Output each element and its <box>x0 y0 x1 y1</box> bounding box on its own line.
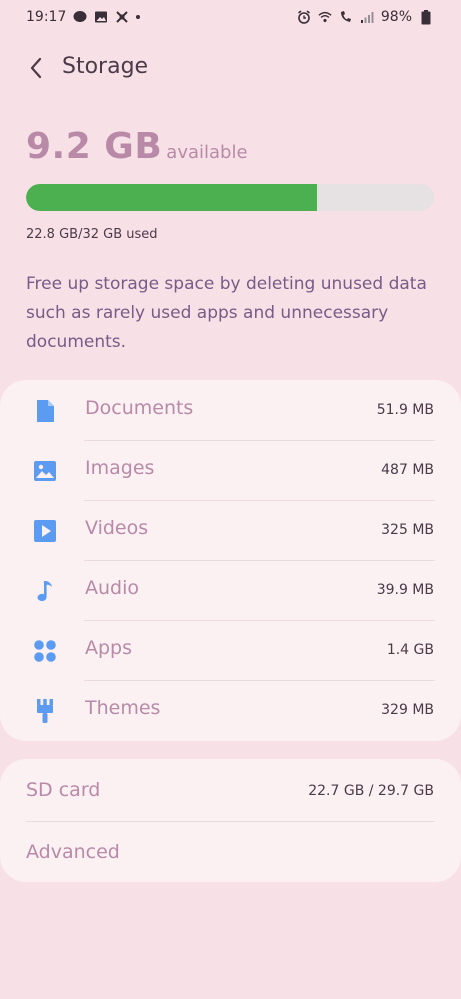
battery-percent: 98% <box>380 9 412 25</box>
video-icon <box>32 518 58 544</box>
category-size: 329 MB <box>381 702 434 718</box>
category-row-images[interactable]: Images 487 MB <box>0 440 461 500</box>
category-size: 325 MB <box>381 522 434 538</box>
image-icon <box>94 10 108 24</box>
category-row-videos[interactable]: Videos 325 MB <box>0 500 461 560</box>
advanced-row[interactable]: Advanced <box>0 821 461 883</box>
category-row-documents[interactable]: Documents 51.9 MB <box>0 380 461 440</box>
chevron-left-icon <box>30 57 42 79</box>
image-icon <box>32 458 58 484</box>
status-bar: 19:17 98% <box>0 0 461 34</box>
categories-card: Documents 51.9 MB Images 487 MB Videos 3… <box>0 380 461 741</box>
used-text: 22.8 GB/32 GB used <box>26 227 158 242</box>
call-icon <box>339 10 353 24</box>
category-size: 51.9 MB <box>376 402 434 418</box>
page-title: Storage <box>62 54 149 79</box>
category-label: Themes <box>85 697 161 719</box>
description-text: Free up storage space by deleting unused… <box>26 274 427 352</box>
battery-icon <box>419 9 433 24</box>
brush-icon <box>32 698 58 724</box>
available-label: available <box>166 142 248 163</box>
status-right: 98% <box>297 9 433 25</box>
wifi-icon <box>318 10 332 24</box>
category-label: Documents <box>85 397 194 419</box>
category-size: 39.9 MB <box>376 582 434 598</box>
category-label: Apps <box>85 637 133 659</box>
app-header: Storage <box>0 48 461 88</box>
status-left: 19:17 <box>26 9 141 25</box>
sync-icon <box>115 10 129 24</box>
category-row-themes[interactable]: Themes 329 MB <box>0 680 461 740</box>
category-label: Images <box>85 457 155 479</box>
apps-icon <box>32 638 58 664</box>
advanced-label: Advanced <box>26 841 120 863</box>
sd-card-row[interactable]: SD card 22.7 GB / 29.7 GB <box>0 759 461 821</box>
music-note-icon <box>32 578 58 604</box>
storage-progress-fill <box>26 184 317 211</box>
category-row-apps[interactable]: Apps 1.4 GB <box>0 620 461 680</box>
sd-card-label: SD card <box>26 779 101 801</box>
category-row-audio[interactable]: Audio 39.9 MB <box>0 560 461 620</box>
category-size: 487 MB <box>381 462 434 478</box>
line-icon <box>73 10 87 24</box>
external-storage-card: SD card 22.7 GB / 29.7 GB Advanced <box>0 759 461 882</box>
alarm-icon <box>297 10 311 24</box>
available-value: 9.2 GB <box>26 126 163 167</box>
back-button[interactable] <box>22 52 50 84</box>
document-icon <box>32 398 58 424</box>
status-time: 19:17 <box>26 9 67 25</box>
category-label: Videos <box>85 517 149 539</box>
category-size: 1.4 GB <box>386 642 434 658</box>
signal-icon <box>360 10 374 24</box>
sd-card-size: 22.7 GB / 29.7 GB <box>308 783 434 799</box>
available-summary: 9.2 GB available <box>26 126 248 167</box>
category-label: Audio <box>85 577 140 599</box>
notification-dot-icon <box>136 15 141 19</box>
storage-progress-bar <box>26 184 434 211</box>
